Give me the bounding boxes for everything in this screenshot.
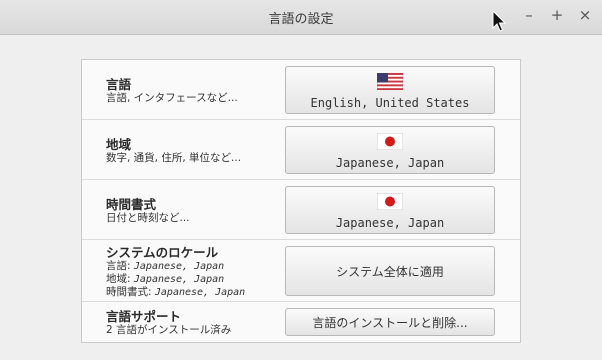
apply-system-wide-button[interactable]: システム全体に適用 <box>285 246 495 296</box>
system-locale-time-line: 時間書式: Japanese, Japan <box>106 286 246 298</box>
maximize-button[interactable]: + <box>546 5 568 25</box>
title-bar[interactable]: 言語の設定 – + × <box>0 0 602 35</box>
install-remove-languages-label: 言語のインストールと削除... <box>312 316 468 330</box>
system-locale-language-line: 言語: Japanese, Japan <box>106 260 225 272</box>
us-flag-icon <box>286 72 494 94</box>
system-locale-row: システムのロケール 言語: Japanese, Japan 地域: Japane… <box>82 240 520 302</box>
close-button[interactable]: × <box>574 5 596 25</box>
jp-flag-icon <box>286 132 494 154</box>
region-row: 地域 数字, 通貨, 住所, 単位など... Japanese, Japan <box>82 120 520 180</box>
language-button-label: English, United States <box>310 96 470 110</box>
time-format-heading: 時間書式 <box>106 197 157 212</box>
time-format-row: 時間書式 日付と時刻など... Japanese, Japan <box>82 180 520 240</box>
language-heading: 言語 <box>106 77 132 92</box>
jp-flag-icon <box>286 192 494 214</box>
language-description: 言語, インタフェースなど... <box>106 92 238 104</box>
region-description: 数字, 通貨, 住所, 単位など... <box>106 152 242 164</box>
language-support-row: 言語サポート 2 言語がインストール済み 言語のインストールと削除... <box>82 302 520 342</box>
language-row: 言語 言語, インタフェースなど... English, United Stat… <box>82 60 520 120</box>
language-support-description: 2 言語がインストール済み <box>106 324 232 336</box>
settings-panel: 言語 言語, インタフェースなど... English, United Stat… <box>81 59 521 343</box>
region-heading: 地域 <box>106 137 132 152</box>
apply-system-wide-label: システム全体に適用 <box>336 265 444 279</box>
system-locale-heading: システムのロケール <box>106 245 219 260</box>
time-format-button[interactable]: Japanese, Japan <box>285 186 495 234</box>
window-title: 言語の設定 <box>268 12 334 27</box>
time-format-button-label: Japanese, Japan <box>335 216 445 230</box>
language-support-heading: 言語サポート <box>106 309 182 324</box>
system-locale-region-line: 地域: Japanese, Japan <box>106 273 225 285</box>
time-format-description: 日付と時刻など... <box>106 212 190 224</box>
minimize-button[interactable]: – <box>518 5 540 25</box>
region-button-label: Japanese, Japan <box>335 156 445 170</box>
region-button[interactable]: Japanese, Japan <box>285 126 495 174</box>
language-button[interactable]: English, United States <box>285 66 495 114</box>
install-remove-languages-button[interactable]: 言語のインストールと削除... <box>285 308 495 336</box>
mouse-pointer-icon <box>492 10 506 32</box>
